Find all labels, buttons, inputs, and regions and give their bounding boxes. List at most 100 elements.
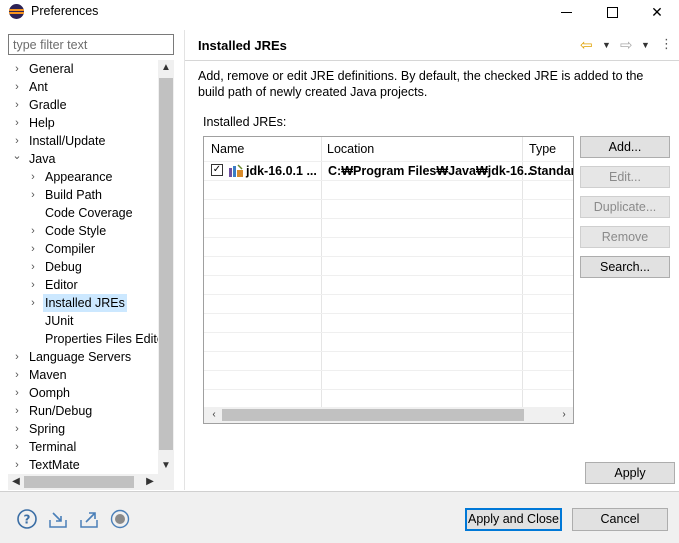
tree-item-label: Build Path — [45, 188, 102, 202]
tree-item-label: Oomph — [29, 386, 70, 400]
tree-item-label: Installed JREs — [43, 294, 127, 312]
jre-default-checkbox[interactable]: ✓ — [211, 164, 223, 176]
remove-button[interactable]: Remove — [580, 226, 670, 248]
row-separator — [204, 313, 573, 314]
cancel-button[interactable]: Cancel — [572, 508, 668, 531]
chevron-right-icon[interactable]: › — [28, 240, 38, 258]
page-description: Add, remove or edit JRE definitions. By … — [198, 69, 644, 99]
scroll-down-icon[interactable]: ▼ — [158, 458, 174, 474]
tree-item-label: Debug — [45, 260, 82, 274]
scroll-left-icon[interactable]: ◀ — [8, 474, 24, 490]
scroll-right-icon[interactable]: ▶ — [142, 474, 158, 490]
minimize-button[interactable] — [543, 0, 589, 24]
row-separator — [204, 218, 573, 219]
add-button[interactable]: Add... — [580, 136, 670, 158]
forward-dropdown-icon[interactable]: ▼ — [641, 40, 650, 50]
scroll-up-icon[interactable]: ▲ — [158, 60, 174, 76]
chevron-right-icon[interactable]: › — [12, 96, 22, 114]
chevron-right-icon[interactable]: › — [28, 258, 38, 276]
tree-item-label: Language Servers — [29, 350, 132, 364]
edit-button[interactable]: Edit... — [580, 166, 670, 188]
jre-name: jdk-16.0.1 ... — [246, 164, 317, 178]
forward-arrow-icon[interactable]: ⇨ — [620, 36, 633, 54]
scrollbar-corner — [158, 474, 174, 490]
tree-item-label: Code Style — [45, 224, 107, 238]
chevron-right-icon[interactable]: › — [12, 114, 22, 132]
chevron-right-icon[interactable]: › — [12, 366, 22, 384]
chevron-right-icon[interactable]: › — [12, 402, 22, 420]
tree-item-label: General — [29, 62, 74, 76]
row-separator — [204, 389, 573, 390]
tree-item-label: Code Coverage — [45, 206, 133, 220]
panel-divider[interactable] — [184, 30, 185, 490]
tree-item-label: Maven — [29, 368, 67, 382]
scroll-thumb[interactable] — [24, 476, 134, 488]
apply-button[interactable]: Apply — [585, 462, 675, 484]
table-horizontal-scrollbar[interactable]: ‹ › — [204, 407, 573, 423]
back-dropdown-icon[interactable]: ▼ — [602, 40, 611, 50]
apply-and-close-button[interactable]: Apply and Close — [465, 508, 562, 531]
chevron-right-icon[interactable]: › — [12, 348, 22, 366]
close-button[interactable]: ✕ — [634, 0, 679, 24]
column-header-location[interactable]: Location — [327, 142, 374, 156]
chevron-right-icon[interactable]: › — [12, 78, 22, 96]
tree-item-label: Help — [29, 116, 55, 130]
title-bar: Preferences ✕ — [0, 0, 679, 24]
scroll-left-icon[interactable]: ‹ — [206, 407, 222, 423]
chevron-right-icon[interactable]: › — [28, 294, 38, 312]
chevron-right-icon[interactable]: › — [12, 60, 22, 78]
back-arrow-icon[interactable]: ⇦ — [580, 36, 593, 54]
tree-item-label: Install/Update — [29, 134, 106, 148]
tree-item-label: Terminal — [29, 440, 77, 454]
tree-item-label: Editor — [45, 278, 78, 292]
filter-input[interactable] — [8, 34, 174, 55]
chevron-right-icon[interactable]: › — [28, 276, 38, 294]
tree-item-label: Run/Debug — [29, 404, 93, 418]
minimize-icon — [560, 11, 572, 13]
tree-item-label: Properties Files Editor — [45, 332, 158, 346]
tree-item-label: Compiler — [45, 242, 96, 256]
tree-item-label: Appearance — [45, 170, 113, 184]
chevron-right-icon[interactable]: › — [12, 438, 22, 456]
tree-vertical-scrollbar[interactable]: ▲ ▼ — [158, 60, 174, 474]
search-button[interactable]: Search... — [580, 256, 670, 278]
window-title: Preferences — [31, 4, 99, 18]
scroll-thumb[interactable] — [159, 78, 173, 450]
column-header-name[interactable]: Name — [211, 142, 244, 156]
row-separator — [204, 199, 573, 200]
scroll-thumb[interactable] — [222, 409, 524, 421]
table-row[interactable]: ✓ jdk-16.0.1 ... C:₩Program Files₩Java₩j… — [204, 161, 573, 180]
row-separator — [204, 332, 573, 333]
jre-location: C:₩Program Files₩Java₩jdk-16... — [328, 164, 535, 178]
jre-library-icon — [229, 164, 243, 177]
export-icon[interactable] — [78, 508, 100, 530]
chevron-right-icon[interactable]: › — [28, 222, 38, 240]
record-icon[interactable] — [109, 508, 131, 530]
tree-item-label: Java — [29, 152, 56, 166]
row-separator — [204, 237, 573, 238]
maximize-icon — [606, 6, 618, 18]
chevron-down-icon[interactable]: ⌄ — [12, 147, 22, 165]
duplicate-button[interactable]: Duplicate... — [580, 196, 670, 218]
chevron-right-icon[interactable]: › — [12, 384, 22, 402]
chevron-right-icon[interactable]: › — [28, 168, 38, 186]
tree-horizontal-scrollbar[interactable]: ◀ ▶ — [8, 474, 158, 490]
help-icon[interactable]: ? — [16, 508, 38, 530]
tree-item-label: JUnit — [45, 314, 74, 328]
page-title: Installed JREs — [198, 38, 287, 53]
import-icon[interactable] — [47, 508, 69, 530]
maximize-button[interactable] — [589, 0, 635, 24]
chevron-right-icon[interactable]: › — [12, 456, 22, 474]
scroll-right-icon[interactable]: › — [556, 407, 572, 423]
row-separator — [204, 275, 573, 276]
tree-item-label: Spring — [29, 422, 66, 436]
svg-text:?: ? — [24, 513, 31, 527]
view-menu-icon[interactable]: ⋮ — [660, 36, 673, 52]
chevron-right-icon[interactable]: › — [12, 420, 22, 438]
eclipse-icon — [9, 4, 24, 19]
column-header-type[interactable]: Type — [529, 142, 556, 156]
chevron-right-icon[interactable]: › — [28, 186, 38, 204]
row-separator — [204, 180, 573, 181]
row-separator — [204, 351, 573, 352]
tree-item-label: TextMate — [29, 458, 80, 472]
